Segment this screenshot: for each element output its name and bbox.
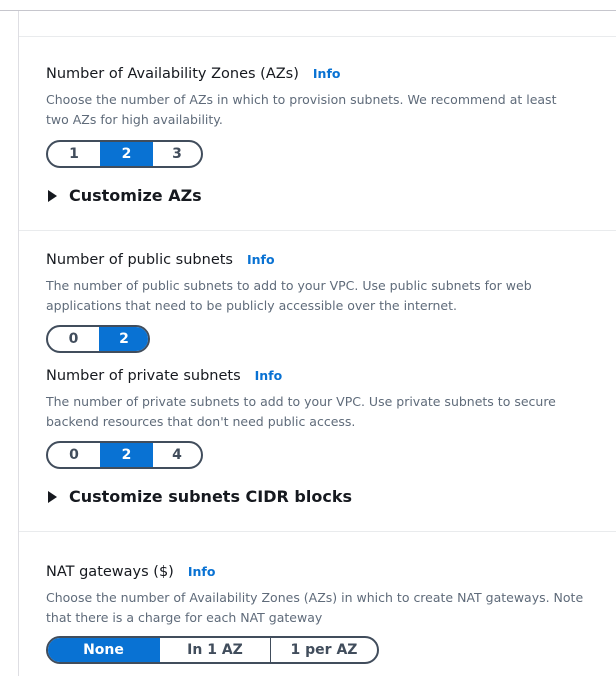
nat-segmented-control[interactable]: None In 1 AZ 1 per AZ xyxy=(46,636,379,664)
caret-right-icon xyxy=(48,490,57,503)
private-subnets-option-0[interactable]: 0 xyxy=(48,443,100,467)
private-subnets-label: Number of private subnets xyxy=(46,368,241,384)
customize-azs-label: Customize AZs xyxy=(69,186,202,205)
az-option-1[interactable]: 1 xyxy=(48,142,100,166)
nat-description: Choose the number of Availability Zones … xyxy=(46,590,584,625)
az-option-3[interactable]: 3 xyxy=(152,142,201,166)
public-subnets-label: Number of public subnets xyxy=(46,252,233,268)
caret-right-icon xyxy=(48,189,57,202)
public-subnets-option-2[interactable]: 2 xyxy=(98,327,148,351)
public-subnets-segmented-control[interactable]: 0 2 xyxy=(46,325,150,353)
private-subnets-section: Number of private subnets Info The numbe… xyxy=(46,368,586,432)
nat-label: NAT gateways ($) xyxy=(46,564,174,580)
nat-option-in-1-az[interactable]: In 1 AZ xyxy=(159,638,270,662)
customize-subnets-label: Customize subnets CIDR blocks xyxy=(69,487,352,506)
az-description: Choose the number of AZs in which to pro… xyxy=(46,92,557,127)
section-divider xyxy=(19,36,616,37)
section-divider xyxy=(19,230,616,231)
private-subnets-option-2[interactable]: 2 xyxy=(100,443,152,467)
section-divider xyxy=(19,531,616,532)
private-subnets-segmented-control[interactable]: 0 2 4 xyxy=(46,441,203,469)
nat-section: NAT gateways ($) Info Choose the number … xyxy=(46,564,586,628)
customize-azs-expander[interactable]: Customize AZs xyxy=(46,186,202,205)
az-section: Number of Availability Zones (AZs) Info … xyxy=(46,66,586,130)
nat-option-1-per-az[interactable]: 1 per AZ xyxy=(270,638,377,662)
public-subnets-option-0[interactable]: 0 xyxy=(48,327,99,351)
nat-info-link[interactable]: Info xyxy=(188,564,216,579)
az-label: Number of Availability Zones (AZs) xyxy=(46,66,299,82)
left-border xyxy=(18,11,19,676)
top-divider xyxy=(0,10,616,11)
public-subnets-info-link[interactable]: Info xyxy=(247,252,275,267)
az-option-2[interactable]: 2 xyxy=(100,142,152,166)
private-subnets-info-link[interactable]: Info xyxy=(255,368,283,383)
customize-subnets-expander[interactable]: Customize subnets CIDR blocks xyxy=(46,487,352,506)
private-subnets-description: The number of private subnets to add to … xyxy=(46,394,556,429)
public-subnets-section: Number of public subnets Info The number… xyxy=(46,252,586,316)
nat-option-none[interactable]: None xyxy=(48,638,159,662)
az-segmented-control[interactable]: 1 2 3 xyxy=(46,140,203,168)
az-info-link[interactable]: Info xyxy=(313,66,341,81)
private-subnets-option-4[interactable]: 4 xyxy=(152,443,201,467)
public-subnets-description: The number of public subnets to add to y… xyxy=(46,278,532,313)
